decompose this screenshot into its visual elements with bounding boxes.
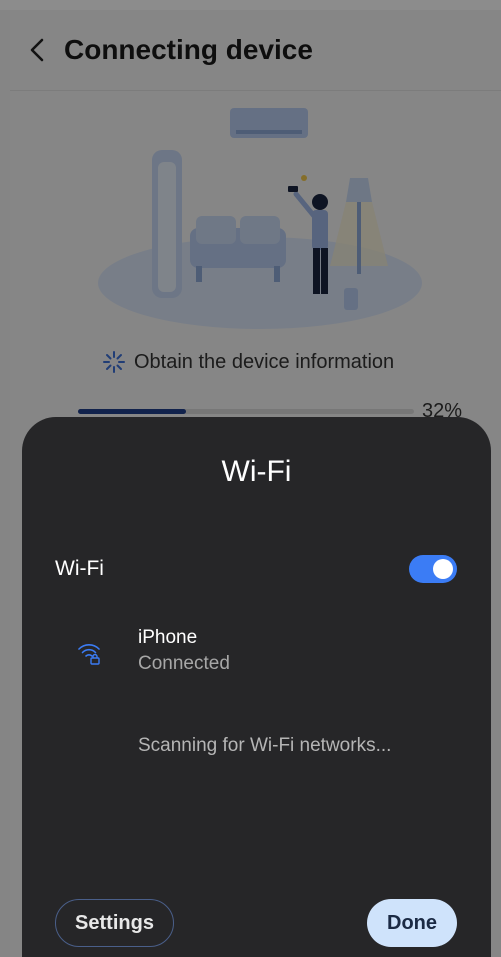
network-item[interactable]: iPhone Connected	[78, 623, 458, 683]
wifi-bottom-sheet: Wi-Fi Wi-Fi iPhone Connected Scanning fo…	[22, 417, 491, 957]
wifi-toggle-label: Wi-Fi	[55, 557, 104, 580]
scanning-text: Scanning for Wi-Fi networks...	[138, 735, 392, 756]
wifi-toggle-row[interactable]: Wi-Fi	[55, 555, 457, 583]
wifi-toggle[interactable]	[409, 555, 457, 583]
wifi-lock-icon	[78, 644, 100, 665]
network-status: Connected	[138, 653, 230, 674]
settings-button[interactable]: Settings	[55, 899, 174, 947]
network-name: iPhone	[138, 627, 198, 648]
screen: Connecting device Obtain the device info…	[0, 0, 501, 957]
sheet-title: Wi-Fi	[221, 455, 292, 488]
toggle-knob	[433, 559, 453, 579]
done-button[interactable]: Done	[367, 899, 457, 947]
